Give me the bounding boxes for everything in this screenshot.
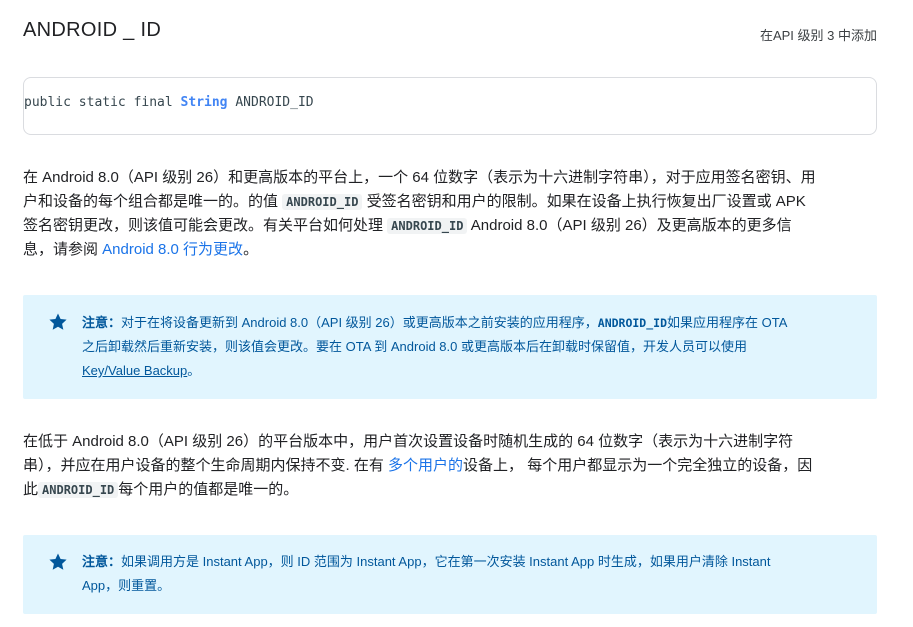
android-id-code: ANDROID_ID bbox=[387, 218, 468, 234]
note-callout-2: 注意：如果调用方是 Instant App，则 ID 范围为 Instant A… bbox=[23, 535, 877, 614]
star-icon bbox=[49, 313, 67, 330]
note1-line-2: 之后卸载然后重新安装，则该值会更改。要在 OTA 到 Android 8.0 或… bbox=[82, 339, 747, 354]
note2-text: 如果调用方是 Instant App，则 ID 范围为 Instant App，… bbox=[121, 554, 771, 569]
para1-text: 签名密钥更改，则该值可能会更改。有关平台如何处理 bbox=[23, 217, 388, 234]
para1-text: 受签名密钥和用户的限制。如果在设备上执行恢复出厂设置或 APK bbox=[362, 193, 806, 210]
para1-text: Android 8.0（API 级别 26）及更高版本的更多信 bbox=[467, 217, 792, 234]
api-level-added: 在API 级别 3 中添加 bbox=[759, 28, 877, 43]
para2-text: 设备上， 每个用户都显示为一个完全独立的设备，因 bbox=[463, 457, 813, 474]
signature-line: public static final String ANDROID_ID bbox=[24, 95, 314, 110]
para1-line-4: 息，请参阅 Android 8.0 行为更改。 bbox=[23, 238, 877, 262]
android-id-code: ANDROID_ID bbox=[38, 482, 119, 498]
para1-line-2: 户和设备的每个组合都是唯一的。的值 ANDROID_ID 受签名密钥和用户的限制… bbox=[23, 190, 877, 214]
note-body-1: 注意：对于在将设备更新到 Android 8.0（API 级别 26）或更高版本… bbox=[82, 311, 857, 383]
note1-text: 对于在将设备更新到 Android 8.0（API 级别 26）或更高版本之前安… bbox=[121, 315, 598, 330]
signature-name: ANDROID_ID bbox=[227, 95, 314, 110]
para2-line-3: 此 ANDROID_ID 每个用户的值都是唯一的。 bbox=[23, 478, 877, 502]
para2-text: 串），并应在用户设备的整个生命周期内保持不变. 在有 bbox=[23, 457, 389, 474]
note1-text: 。 bbox=[187, 363, 201, 378]
note1-text: 如果应用程序在 OTA bbox=[667, 315, 788, 330]
description-paragraph-1: 在 Android 8.0（API 级别 26）和更高版本的平台上，一个 64 … bbox=[23, 166, 877, 262]
note-label: 注意： bbox=[82, 315, 122, 330]
note1-line-1: 注意：对于在将设备更新到 Android 8.0（API 级别 26）或更高版本… bbox=[82, 311, 857, 335]
para1-line-1: 在 Android 8.0（API 级别 26）和更高版本的平台上，一个 64 … bbox=[23, 169, 816, 186]
para2-text: 此 bbox=[23, 481, 39, 498]
para2-line-1: 在低于 Android 8.0（API 级别 26）的平台版本中，用户首次设置设… bbox=[23, 433, 794, 450]
signature-box: public static final String ANDROID_ID bbox=[23, 77, 877, 135]
android-id-code: ANDROID_ID bbox=[282, 194, 363, 210]
note-body-2: 注意：如果调用方是 Instant App，则 ID 范围为 Instant A… bbox=[82, 550, 857, 598]
para1-text: 户和设备的每个组合都是唯一的。的值 bbox=[23, 193, 283, 210]
note-callout-1: 注意：对于在将设备更新到 Android 8.0（API 级别 26）或更高版本… bbox=[23, 295, 877, 399]
note1-line-3: Key/Value Backup。 bbox=[82, 359, 857, 383]
note2-line-2: App，则重置。 bbox=[82, 578, 171, 593]
para2-text: 每个用户的值都是唯一的。 bbox=[118, 481, 299, 498]
member-title: ANDROID _ ID bbox=[23, 19, 162, 41]
key-value-backup-link[interactable]: Key/Value Backup bbox=[82, 363, 187, 378]
note2-line-1: 注意：如果调用方是 Instant App，则 ID 范围为 Instant A… bbox=[82, 550, 857, 574]
star-icon bbox=[49, 553, 67, 570]
para2-line-2: 串），并应在用户设备的整个生命周期内保持不变. 在有 多个用户的设备上， 每个用… bbox=[23, 454, 877, 478]
behavior-changes-link[interactable]: Android 8.0 行为更改 bbox=[102, 241, 243, 258]
para1-text: 。 bbox=[243, 241, 259, 258]
android-id-code: ANDROID_ID bbox=[597, 316, 668, 330]
note-label: 注意： bbox=[82, 554, 122, 569]
para1-line-3: 签名密钥更改，则该值可能会更改。有关平台如何处理 ANDROID_ID Andr… bbox=[23, 214, 877, 238]
signature-type: String bbox=[180, 95, 228, 110]
para1-text: 息，请参阅 bbox=[23, 241, 103, 258]
description-paragraph-2: 在低于 Android 8.0（API 级别 26）的平台版本中，用户首次设置设… bbox=[23, 430, 877, 502]
signature-modifiers: public static final bbox=[24, 95, 181, 110]
member-header: ANDROID _ ID 在API 级别 3 中添加 bbox=[23, 19, 877, 49]
multiple-users-link[interactable]: 多个用户的 bbox=[388, 457, 463, 474]
